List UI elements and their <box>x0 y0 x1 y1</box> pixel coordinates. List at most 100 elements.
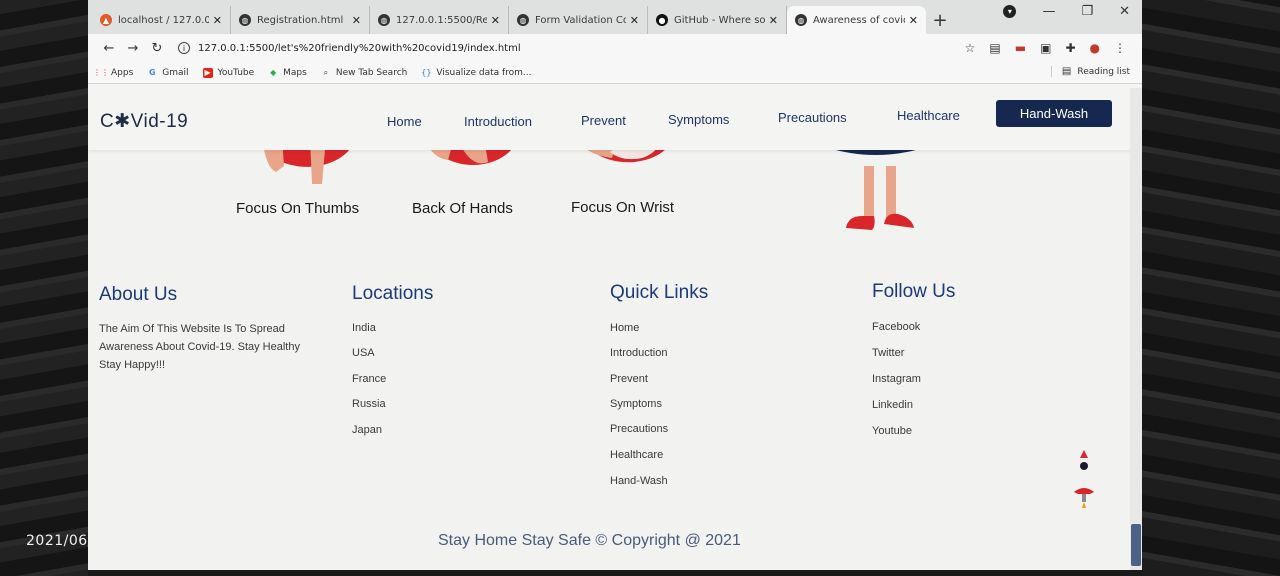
girl-illustration <box>822 138 930 230</box>
globe-icon: ◍ <box>517 14 529 26</box>
forward-icon[interactable]: → <box>122 41 144 56</box>
nav-home[interactable]: Home <box>387 114 422 129</box>
nav-hand-wash-active[interactable]: Hand-Wash <box>996 100 1112 127</box>
footer-copyright: Stay Home Stay Safe © Copyright @ 2021 <box>438 532 741 549</box>
footer-quick-link[interactable]: Prevent <box>610 373 648 385</box>
page-scrollbar[interactable] <box>1130 88 1142 570</box>
extension-icon[interactable]: ▬ <box>1015 41 1026 55</box>
browser-tab[interactable]: ◍ Registration.html ✕ <box>231 6 370 34</box>
restore-icon[interactable]: ❐ <box>1081 4 1093 19</box>
footer-social-link[interactable]: Instagram <box>872 373 921 385</box>
site-logo[interactable]: C✱Vid-19 <box>100 110 188 133</box>
browser-tab-active[interactable]: ◍ Awareness of covid-19 ✕ <box>787 6 926 34</box>
footer-social-link[interactable]: Facebook <box>872 321 920 333</box>
step-label: Back Of Hands <box>412 200 513 217</box>
footer-heading-locations: Locations <box>352 283 434 304</box>
footer-social-link[interactable]: Linkedin <box>872 399 913 411</box>
footer-location-link[interactable]: USA <box>352 347 375 359</box>
virus-icon: ✱ <box>114 111 131 132</box>
browser-toolbar: ← → ↻ i 127.0.0.1:5500/let's%20friendly%… <box>88 34 1142 62</box>
puzzle-icon[interactable]: ✚ <box>1065 41 1075 55</box>
close-icon[interactable]: ✕ <box>630 14 639 27</box>
footer-heading-follow: Follow Us <box>872 281 956 302</box>
info-icon[interactable]: i <box>178 42 190 54</box>
close-icon[interactable]: ✕ <box>213 14 222 27</box>
footer-social-link[interactable]: Youtube <box>872 425 912 437</box>
github-icon: ● <box>656 14 668 26</box>
step-label: Focus On Wrist <box>571 199 675 216</box>
footer-location-link[interactable]: India <box>352 322 376 334</box>
bookmark-label: Gmail <box>162 67 189 78</box>
site-header: C✱Vid-19 Home Introduction Prevent Sympt… <box>88 88 1142 150</box>
profile-avatar-icon[interactable]: ● <box>1090 41 1100 55</box>
photo-background-right <box>1142 0 1280 576</box>
close-icon[interactable]: ✕ <box>769 14 778 27</box>
footer-quick-link[interactable]: Hand-Wash <box>610 475 668 487</box>
address-text: 127.0.0.1:5500/let's%20friendly%20with%2… <box>198 42 521 54</box>
close-icon[interactable]: ✕ <box>352 14 361 27</box>
browser-tab[interactable]: ◍ Form Validation Contr ✕ <box>509 6 648 34</box>
bookmark-item[interactable]: ◆ Maps <box>268 68 307 78</box>
footer-quick-link[interactable]: Symptoms <box>610 398 662 410</box>
menu-kebab-icon[interactable]: ⋮ <box>1114 41 1126 55</box>
nav-precautions[interactable]: Precautions <box>778 110 847 125</box>
reading-list-button[interactable]: ▤ Reading list <box>1050 66 1130 77</box>
footer-location-link[interactable]: Russia <box>352 398 386 410</box>
close-icon[interactable]: ✕ <box>491 14 500 27</box>
footer-quick-link[interactable]: Introduction <box>610 347 667 359</box>
close-icon[interactable]: ✕ <box>909 14 918 27</box>
step-label: Focus On Thumbs <box>236 200 360 217</box>
footer-quick-link[interactable]: Healthcare <box>610 449 663 461</box>
rocket-scroll-top-icon[interactable] <box>1072 450 1096 510</box>
footer-location-link[interactable]: Japan <box>352 424 382 436</box>
globe-icon: ◍ <box>795 14 807 26</box>
bookmark-item[interactable]: ⌕ New Tab Search <box>321 68 408 78</box>
scrollbar-thumb[interactable] <box>1131 524 1141 566</box>
footer-heading-about: About Us <box>99 284 178 305</box>
toolbar-icons: ☆ ▤ ▬ ▣ ✚ ● ⋮ <box>965 41 1126 55</box>
tab-search-icon[interactable]: ▾ <box>1003 5 1017 18</box>
footer-quick-link[interactable]: Precautions <box>610 423 668 435</box>
bookmark-item[interactable]: {} Visualize data from... <box>421 68 531 78</box>
nav-symptoms[interactable]: Symptoms <box>668 112 729 127</box>
nav-prevent[interactable]: Prevent <box>581 113 626 128</box>
tab-title: Registration.html <box>257 14 344 26</box>
tab-title: localhost / 127.0.0.1 / <box>118 14 209 26</box>
address-bar[interactable]: i 127.0.0.1:5500/let's%20friendly%20with… <box>178 37 965 59</box>
footer-heading-quick-links: Quick Links <box>610 282 709 303</box>
extension-icon[interactable]: ▤ <box>989 41 1000 55</box>
footer-social-link[interactable]: Twitter <box>872 347 904 359</box>
extension-icon[interactable]: ▣ <box>1040 41 1051 55</box>
photo-background-left <box>0 0 88 576</box>
code-icon: {} <box>421 68 432 77</box>
tab-title: Form Validation Contr <box>535 14 626 26</box>
bookmark-item[interactable]: ▶ YouTube <box>202 67 254 78</box>
star-icon[interactable]: ☆ <box>965 41 976 55</box>
window-controls: ▾ — ❐ ✕ <box>1003 4 1130 19</box>
web-page: Focus On Thumbs Back Of Hands Focus On W… <box>88 88 1142 570</box>
close-window-icon[interactable]: ✕ <box>1119 4 1130 19</box>
reading-list-icon: ▤ <box>1061 66 1072 77</box>
bookmark-label: New Tab Search <box>335 67 408 78</box>
reload-icon[interactable]: ↻ <box>146 41 168 56</box>
logo-text: Vid-19 <box>130 111 189 132</box>
bookmark-item[interactable]: ⋮⋮ Apps <box>93 67 134 78</box>
back-icon[interactable]: ← <box>98 41 120 56</box>
bookmark-item[interactable]: G Gmail <box>147 67 189 78</box>
footer-location-link[interactable]: France <box>352 373 386 385</box>
bookmark-label: Maps <box>283 67 307 78</box>
globe-icon: ◍ <box>378 14 390 26</box>
tab-strip: ▲ localhost / 127.0.0.1 / ✕ ◍ Registrati… <box>88 0 1142 34</box>
logo-text: C <box>100 111 115 132</box>
nav-introduction[interactable]: Introduction <box>464 114 532 129</box>
maps-icon: ◆ <box>270 68 277 77</box>
minimize-icon[interactable]: — <box>1042 4 1055 19</box>
browser-tab[interactable]: ● GitHub - Where softwa ✕ <box>648 6 787 34</box>
bookmark-label: Apps <box>111 67 134 78</box>
browser-tab[interactable]: ◍ 127.0.0.1:5500/Registr ✕ <box>370 6 509 34</box>
footer-quick-link[interactable]: Home <box>610 322 639 334</box>
google-icon: G <box>148 68 156 77</box>
new-tab-button[interactable]: + <box>926 6 954 34</box>
nav-healthcare[interactable]: Healthcare <box>897 108 960 123</box>
browser-tab[interactable]: ▲ localhost / 127.0.0.1 / ✕ <box>92 6 231 34</box>
